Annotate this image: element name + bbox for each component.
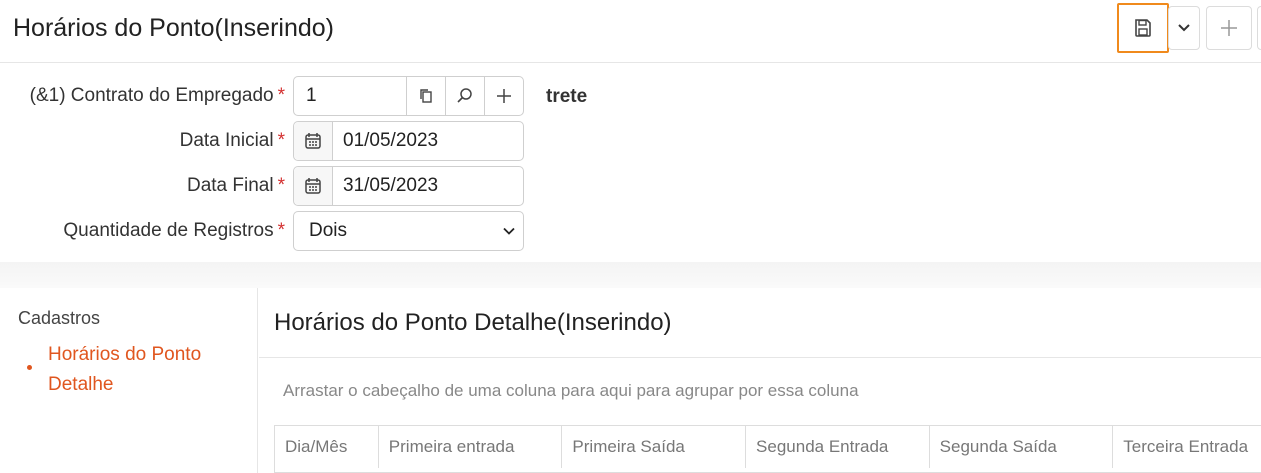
start-date-calendar-button[interactable] [294, 122, 333, 160]
search-icon [457, 88, 472, 103]
divider [259, 357, 1261, 358]
column-header-segunda-entrada[interactable]: Segunda Entrada [746, 426, 930, 468]
page-header: Horários do Ponto(Inserindo) [0, 0, 1261, 63]
copy-button[interactable] [406, 77, 445, 115]
end-date-calendar-button[interactable] [294, 167, 333, 205]
end-date-label: Data Final * [186, 175, 285, 196]
start-date-field: 01/05/2023 [293, 121, 524, 161]
record-count-label: Quantidade de Registros * [63, 220, 285, 241]
contract-input[interactable]: 1 [294, 85, 406, 107]
sidebar-title: Cadastros [18, 308, 101, 328]
section-divider [0, 262, 1261, 288]
contract-label: (&1) Contrato do Empregado * [29, 85, 285, 106]
more-button[interactable] [1257, 6, 1261, 50]
copy-icon [420, 89, 432, 103]
column-header-segunda-saida[interactable]: Segunda Saída [930, 426, 1114, 468]
calendar-icon [305, 133, 321, 149]
chevron-down-icon [503, 227, 515, 235]
save-icon [1135, 19, 1151, 37]
start-date-label: Data Inicial * [179, 130, 285, 151]
column-header-primeira-entrada[interactable]: Primeira entrada [379, 426, 563, 468]
sidebar-item-horarios-detalhe[interactable]: Horários do Ponto Detalhe [48, 340, 228, 400]
detail-panel: Horários do Ponto Detalhe(Inserindo) Arr… [259, 288, 1261, 473]
required-mark: * [277, 220, 285, 241]
column-header-dia-mes[interactable]: Dia/Mês [275, 426, 379, 468]
calendar-icon [305, 178, 321, 194]
detail-grid-header: Dia/Mês Primeira entrada Primeira Saída … [274, 425, 1261, 473]
record-count-select[interactable]: Dois [293, 211, 524, 251]
bullet-icon [27, 365, 32, 370]
contract-description: trete [546, 86, 588, 107]
column-header-primeira-saida[interactable]: Primeira Saída [562, 426, 747, 468]
add-button[interactable] [1206, 6, 1252, 50]
required-mark: * [277, 175, 285, 196]
save-button[interactable] [1117, 3, 1169, 53]
save-options-dropdown[interactable] [1168, 6, 1200, 50]
add-contract-button[interactable] [484, 77, 523, 115]
page-title: Horários do Ponto(Inserindo) [13, 14, 334, 42]
column-header-terceira-entrada[interactable]: Terceira Entrada [1113, 426, 1261, 468]
group-by-hint: Arrastar o cabeçalho de uma coluna para … [283, 381, 859, 400]
start-date-input[interactable]: 01/05/2023 [333, 130, 523, 152]
plus-icon [497, 89, 511, 103]
end-date-input[interactable]: 31/05/2023 [333, 175, 523, 197]
contract-field: 1 [293, 76, 524, 116]
required-mark: * [277, 130, 285, 151]
detail-title: Horários do Ponto Detalhe(Inserindo) [274, 309, 672, 336]
chevron-down-icon [1178, 24, 1190, 32]
required-mark: * [277, 85, 285, 106]
end-date-field: 31/05/2023 [293, 166, 524, 206]
search-button[interactable] [445, 77, 484, 115]
plus-icon [1221, 20, 1237, 36]
sidebar: Cadastros Horários do Ponto Detalhe [0, 288, 258, 473]
